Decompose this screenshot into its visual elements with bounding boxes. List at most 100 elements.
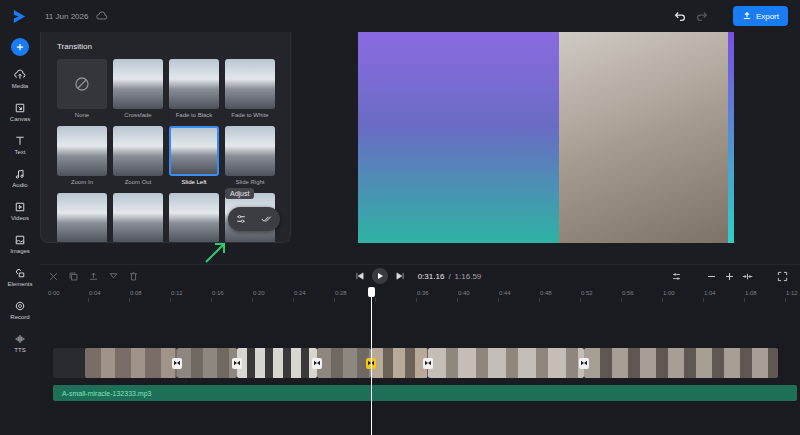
copy-icon[interactable]: [68, 271, 79, 282]
ruler-tick: 0:36: [417, 290, 458, 302]
fullscreen-icon[interactable]: [777, 271, 788, 282]
ruler-tick: 0:12: [171, 290, 212, 302]
transition-option[interactable]: Zoom In: [57, 126, 107, 187]
trash-icon[interactable]: [128, 271, 139, 282]
transition-icon: [313, 360, 321, 366]
transition-thumbnail[interactable]: [169, 193, 219, 243]
ruler-tick: 0:00: [48, 290, 89, 302]
sidebar-item[interactable]: Elements: [7, 260, 32, 293]
sidebar-item[interactable]: Canvas: [10, 95, 30, 128]
sidebar-item[interactable]: Record: [10, 293, 29, 326]
top-bar: 11 Jun 2026 Export: [0, 0, 800, 32]
undo-icon[interactable]: [673, 9, 687, 23]
transition-marker[interactable]: [423, 358, 433, 369]
transition-marker[interactable]: [579, 358, 589, 369]
logo-icon[interactable]: [12, 9, 27, 24]
playback-time: 0:31.16: [418, 272, 445, 281]
transition-thumbnail[interactable]: [57, 126, 107, 176]
split-icon[interactable]: [48, 271, 59, 282]
transition-thumbnail[interactable]: [57, 59, 107, 109]
transition-option[interactable]: None: [57, 59, 107, 120]
duration: 1:16.59: [455, 272, 482, 281]
ruler-tick: 1:04: [704, 290, 745, 302]
video-clip[interactable]: [584, 348, 778, 378]
video-clip[interactable]: [428, 348, 584, 378]
preview-frame-outgoing: [358, 32, 559, 243]
action-pill: [228, 207, 280, 231]
sidebar-item[interactable]: Text: [14, 128, 26, 161]
transition-icon: [233, 360, 241, 366]
record-icon: [14, 300, 26, 312]
shapes-icon: [14, 267, 26, 279]
transition-option[interactable]: Fade to White: [225, 59, 275, 120]
add-button[interactable]: [11, 38, 29, 56]
video-icon: [14, 201, 26, 213]
ruler-tick: 0:56: [622, 290, 663, 302]
video-track: [53, 348, 778, 378]
ruler-tick: 0:24: [294, 290, 335, 302]
ruler-tick: 1:08: [745, 290, 786, 302]
video-clip[interactable]: [371, 348, 428, 378]
transition-thumbnail[interactable]: [225, 59, 275, 109]
sidebar-item[interactable]: Audio: [12, 161, 27, 194]
transition-thumbnail[interactable]: [57, 193, 107, 243]
double-check-icon[interactable]: [261, 213, 273, 225]
video-clip[interactable]: [317, 348, 371, 378]
ruler-tick: 0:20: [253, 290, 294, 302]
transition-option[interactable]: Crossfade: [113, 59, 163, 120]
video-clip[interactable]: [177, 348, 237, 378]
transition-thumbnail[interactable]: [113, 59, 163, 109]
none-icon: [74, 76, 90, 92]
zoom-in-icon[interactable]: [724, 271, 735, 282]
empty-slot: [53, 348, 85, 378]
project-date[interactable]: 11 Jun 2026: [45, 12, 88, 21]
play-button[interactable]: [372, 268, 388, 284]
ruler-tick: 0:16: [212, 290, 253, 302]
transition-option[interactable]: [113, 193, 163, 243]
transition-marker[interactable]: [312, 358, 322, 369]
time-separator: /: [448, 272, 450, 281]
sidebar-item[interactable]: Media: [12, 62, 28, 95]
transition-option[interactable]: [169, 193, 219, 243]
adjust-icon[interactable]: [671, 271, 682, 282]
audio-track[interactable]: A-small-miracle-132333.mp3: [53, 385, 797, 401]
zoom-out-icon[interactable]: [706, 271, 717, 282]
upload-icon: [14, 69, 26, 81]
waveform-icon: [14, 333, 26, 345]
video-clip[interactable]: [85, 348, 177, 378]
transition-icon: [173, 360, 181, 366]
transition-thumbnail[interactable]: [169, 59, 219, 109]
sidebar-item[interactable]: Videos: [11, 194, 29, 227]
transition-option[interactable]: Slide Right: [225, 126, 275, 187]
previous-icon[interactable]: [355, 271, 365, 281]
preview-canvas[interactable]: [358, 32, 734, 243]
ruler-tick: 0:08: [130, 290, 171, 302]
transition-option[interactable]: [57, 193, 107, 243]
playhead[interactable]: [371, 287, 372, 435]
fit-icon[interactable]: [742, 271, 753, 282]
marker-icon[interactable]: [108, 271, 119, 282]
sidebar-item[interactable]: Images: [10, 227, 30, 260]
transition-option[interactable]: Slide Left: [169, 126, 219, 187]
play-icon: [376, 272, 384, 280]
video-editor: 11 Jun 2026 Export Media Canvas Text Aud…: [0, 0, 800, 435]
time-ruler[interactable]: 0:000:040:080:120:160:200:240:280:360:40…: [40, 290, 800, 302]
transition-marker[interactable]: [232, 358, 242, 369]
transition-thumbnail[interactable]: [113, 193, 163, 243]
export-button[interactable]: Export: [733, 6, 788, 26]
upload-icon[interactable]: [88, 271, 99, 282]
redo-icon[interactable]: [695, 9, 709, 23]
next-icon[interactable]: [395, 271, 405, 281]
transition-option[interactable]: Zoom Out: [113, 126, 163, 187]
ruler-tick: 0:52: [581, 290, 622, 302]
sidebar-item[interactable]: TTS: [14, 326, 26, 359]
transition-thumbnail[interactable]: [113, 126, 163, 176]
sliders-icon[interactable]: [235, 213, 247, 225]
video-clip[interactable]: [237, 348, 317, 378]
transition-thumbnail[interactable]: [225, 126, 275, 176]
transition-thumbnail[interactable]: [169, 126, 219, 176]
transition-option[interactable]: Fade to Black: [169, 59, 219, 120]
transition-marker[interactable]: [172, 358, 182, 369]
export-icon: [742, 11, 752, 21]
transition-panel: Transition None Crossfade Fade to Black …: [40, 32, 291, 243]
